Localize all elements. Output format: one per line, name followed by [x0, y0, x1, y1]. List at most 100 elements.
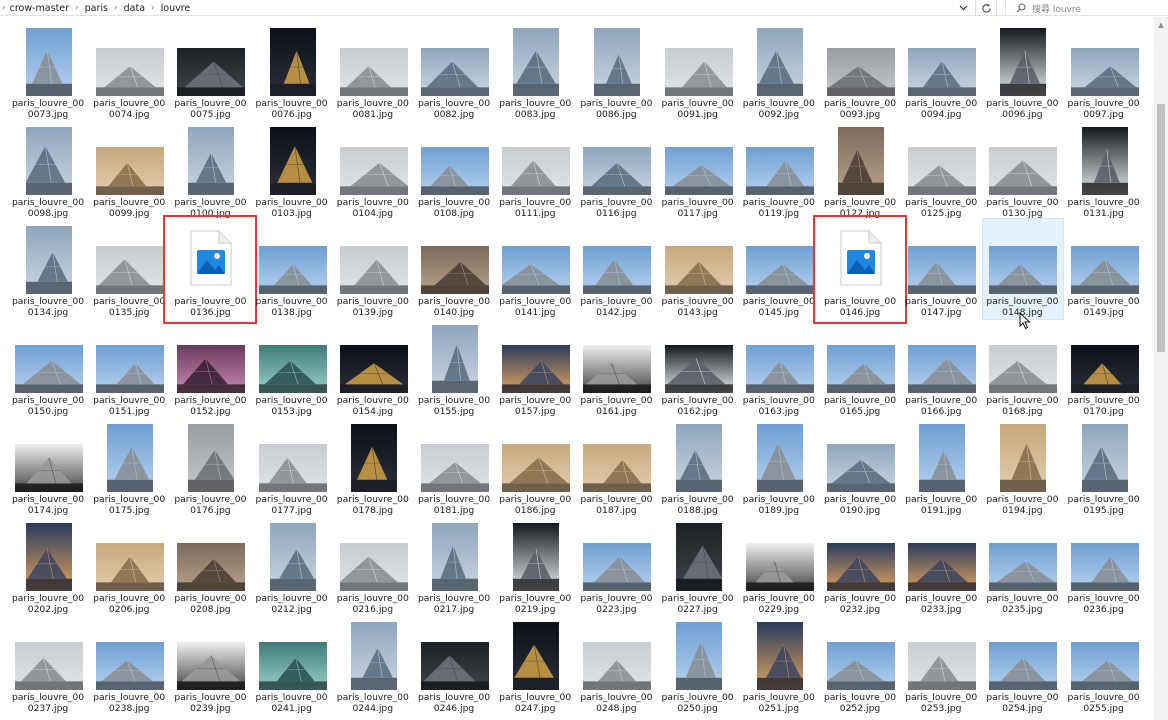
file-item[interactable]: paris_louvre_00 0153.jpg	[252, 321, 330, 419]
file-item[interactable]: paris_louvre_00 0103.jpg	[252, 123, 330, 221]
file-item[interactable]: paris_louvre_00 0122.jpg	[820, 123, 898, 221]
file-item[interactable]: paris_louvre_00 0235.jpg	[982, 519, 1060, 617]
file-item[interactable]: paris_louvre_00 0255.jpg	[1064, 618, 1142, 716]
file-item[interactable]: paris_louvre_00 0091.jpg	[658, 24, 736, 122]
file-item[interactable]: paris_louvre_00 0186.jpg	[495, 420, 573, 518]
file-item[interactable]: paris_louvre_00 0073.jpg	[8, 24, 86, 122]
file-item[interactable]: paris_louvre_00 0251.jpg	[739, 618, 817, 716]
file-item[interactable]: paris_louvre_00 0145.jpg	[739, 222, 817, 320]
file-item[interactable]: paris_louvre_00 0212.jpg	[252, 519, 330, 617]
file-item[interactable]: paris_louvre_00 0247.jpg	[495, 618, 573, 716]
file-item[interactable]: paris_louvre_00 0131.jpg	[1064, 123, 1142, 221]
file-item[interactable]: paris_louvre_00 0188.jpg	[658, 420, 736, 518]
file-item[interactable]: paris_louvre_00 0246.jpg	[414, 618, 492, 716]
chevron-right-icon[interactable]: ›	[75, 3, 79, 13]
file-item[interactable]: paris_louvre_00 0191.jpg	[901, 420, 979, 518]
file-item[interactable]: paris_louvre_00 0233.jpg	[901, 519, 979, 617]
file-item[interactable]: paris_louvre_00 0238.jpg	[89, 618, 167, 716]
vertical-scrollbar[interactable]: ▲	[1154, 17, 1168, 720]
file-item[interactable]: paris_louvre_00 0147.jpg	[901, 222, 979, 320]
file-item[interactable]: paris_louvre_00 0216.jpg	[333, 519, 411, 617]
file-item[interactable]: paris_louvre_00 0229.jpg	[739, 519, 817, 617]
file-item[interactable]: paris_louvre_00 0189.jpg	[739, 420, 817, 518]
file-item[interactable]: paris_louvre_00 0148.jpg	[982, 218, 1065, 320]
file-item[interactable]: paris_louvre_00 0094.jpg	[901, 24, 979, 122]
breadcrumb[interactable]: › crow-master › paris › data › louvre	[0, 0, 973, 16]
file-item[interactable]: paris_louvre_00 0227.jpg	[658, 519, 736, 617]
file-item[interactable]: paris_louvre_00 0177.jpg	[252, 420, 330, 518]
file-item[interactable]: paris_louvre_00 0149.jpg	[1064, 222, 1142, 320]
file-item[interactable]: paris_louvre_00 0083.jpg	[495, 24, 573, 122]
file-item[interactable]: paris_louvre_00 0244.jpg	[333, 618, 411, 716]
file-item[interactable]: paris_louvre_00 0165.jpg	[820, 321, 898, 419]
file-item[interactable]: paris_louvre_00 0155.jpg	[414, 321, 492, 419]
file-item[interactable]: paris_louvre_00 0178.jpg	[333, 420, 411, 518]
file-item[interactable]: paris_louvre_00 0248.jpg	[576, 618, 654, 716]
file-item[interactable]: paris_louvre_00 0219.jpg	[495, 519, 573, 617]
file-item[interactable]: paris_louvre_00 0175.jpg	[89, 420, 167, 518]
file-item[interactable]: paris_louvre_00 0096.jpg	[982, 24, 1060, 122]
file-item[interactable]: paris_louvre_00 0076.jpg	[252, 24, 330, 122]
file-item[interactable]: paris_louvre_00 0239.jpg	[170, 618, 248, 716]
file-item[interactable]: paris_louvre_00 0168.jpg	[982, 321, 1060, 419]
file-item[interactable]: paris_louvre_00 0208.jpg	[170, 519, 248, 617]
breadcrumb-item[interactable]: crow-master	[10, 3, 69, 14]
file-item[interactable]: paris_louvre_00 0157.jpg	[495, 321, 573, 419]
file-item[interactable]: paris_louvre_00 0241.jpg	[252, 618, 330, 716]
file-item[interactable]: paris_louvre_00 0194.jpg	[982, 420, 1060, 518]
file-item[interactable]: paris_louvre_00 0174.jpg	[8, 420, 86, 518]
file-item[interactable]: paris_louvre_00 0217.jpg	[414, 519, 492, 617]
file-item[interactable]: paris_louvre_00 0154.jpg	[333, 321, 411, 419]
file-item[interactable]: paris_louvre_00 0136.jpg	[163, 215, 258, 324]
chevron-right-icon[interactable]: ›	[2, 3, 6, 13]
file-item[interactable]: paris_louvre_00 0152.jpg	[170, 321, 248, 419]
file-item[interactable]: paris_louvre_00 0099.jpg	[89, 123, 167, 221]
file-item[interactable]: paris_louvre_00 0195.jpg	[1064, 420, 1142, 518]
file-item[interactable]: paris_louvre_00 0093.jpg	[820, 24, 898, 122]
file-item[interactable]: paris_louvre_00 0250.jpg	[658, 618, 736, 716]
file-item[interactable]: paris_louvre_00 0134.jpg	[8, 222, 86, 320]
file-item[interactable]: paris_louvre_00 0140.jpg	[414, 222, 492, 320]
file-item[interactable]: paris_louvre_00 0100.jpg	[170, 123, 248, 221]
file-item[interactable]: paris_louvre_00 0237.jpg	[8, 618, 86, 716]
file-item[interactable]: paris_louvre_00 0075.jpg	[170, 24, 248, 122]
file-item[interactable]: paris_louvre_00 0117.jpg	[658, 123, 736, 221]
file-item[interactable]: paris_louvre_00 0130.jpg	[982, 123, 1060, 221]
file-item[interactable]: paris_louvre_00 0163.jpg	[739, 321, 817, 419]
file-item[interactable]: paris_louvre_00 0092.jpg	[739, 24, 817, 122]
file-item[interactable]: paris_louvre_00 0142.jpg	[576, 222, 654, 320]
search-input[interactable]: 搜尋 louvre	[1005, 0, 1168, 16]
file-item[interactable]: paris_louvre_00 0151.jpg	[89, 321, 167, 419]
file-item[interactable]: paris_louvre_00 0254.jpg	[982, 618, 1060, 716]
file-item[interactable]: paris_louvre_00 0139.jpg	[333, 222, 411, 320]
file-item[interactable]: paris_louvre_00 0176.jpg	[170, 420, 248, 518]
file-item[interactable]: paris_louvre_00 0236.jpg	[1064, 519, 1142, 617]
file-item[interactable]: paris_louvre_00 0116.jpg	[576, 123, 654, 221]
file-item[interactable]: paris_louvre_00 0150.jpg	[8, 321, 86, 419]
chevron-down-icon[interactable]	[954, 0, 972, 16]
file-item[interactable]: paris_louvre_00 0202.jpg	[8, 519, 86, 617]
file-item[interactable]: paris_louvre_00 0108.jpg	[414, 123, 492, 221]
file-item[interactable]: paris_louvre_00 0206.jpg	[89, 519, 167, 617]
breadcrumb-item[interactable]: louvre	[161, 3, 191, 14]
file-item[interactable]: paris_louvre_00 0119.jpg	[739, 123, 817, 221]
breadcrumb-item[interactable]: paris	[85, 3, 108, 14]
file-item[interactable]: paris_louvre_00 0252.jpg	[820, 618, 898, 716]
file-item[interactable]: paris_louvre_00 0104.jpg	[333, 123, 411, 221]
file-item[interactable]: paris_louvre_00 0146.jpg	[813, 215, 907, 324]
file-item[interactable]: paris_louvre_00 0190.jpg	[820, 420, 898, 518]
file-item[interactable]: paris_louvre_00 0223.jpg	[576, 519, 654, 617]
file-item[interactable]: paris_louvre_00 0081.jpg	[333, 24, 411, 122]
file-item[interactable]: paris_louvre_00 0253.jpg	[901, 618, 979, 716]
file-item[interactable]: paris_louvre_00 0098.jpg	[8, 123, 86, 221]
file-item[interactable]: paris_louvre_00 0187.jpg	[576, 420, 654, 518]
file-item[interactable]: paris_louvre_00 0097.jpg	[1064, 24, 1142, 122]
file-item[interactable]: paris_louvre_00 0143.jpg	[658, 222, 736, 320]
file-item[interactable]: paris_louvre_00 0232.jpg	[820, 519, 898, 617]
file-item[interactable]: paris_louvre_00 0181.jpg	[414, 420, 492, 518]
refresh-button[interactable]	[975, 0, 997, 16]
chevron-right-icon[interactable]: ›	[114, 3, 118, 13]
file-item[interactable]: paris_louvre_00 0082.jpg	[414, 24, 492, 122]
scroll-up-arrow-icon[interactable]: ▲	[1154, 19, 1168, 31]
scrollbar-thumb[interactable]	[1157, 104, 1165, 352]
